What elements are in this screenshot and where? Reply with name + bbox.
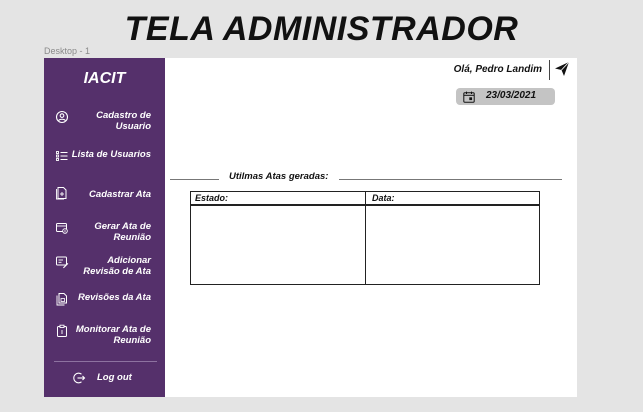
desktop-frame: IACIT Cadastro de Usuario Lista de Usuar… bbox=[44, 58, 577, 397]
sidebar-item-label: Lista de Usuarios bbox=[71, 149, 151, 160]
edit-document-icon bbox=[56, 256, 69, 269]
section-title: Utilmas Atas geradas: bbox=[229, 171, 329, 182]
documents-icon bbox=[56, 293, 67, 306]
sidebar-item-adicionar-revisao[interactable]: Adicionar Revisão de Ata bbox=[44, 255, 165, 285]
column-header-data: Data: bbox=[372, 193, 395, 203]
page-banner-title: TELA ADMINISTRADOR bbox=[124, 10, 519, 48]
sidebar-item-label: Monitorar Ata de Reunião bbox=[75, 324, 151, 346]
paper-plane-icon[interactable] bbox=[554, 61, 570, 77]
document-add-icon bbox=[56, 187, 67, 200]
atas-table: Estado: Data: bbox=[190, 191, 540, 285]
sidebar-item-revisoes-ata[interactable]: Revisões da Ata bbox=[44, 292, 165, 322]
sidebar-item-label: Cadastro de Usuario bbox=[96, 110, 151, 132]
list-icon bbox=[56, 151, 68, 161]
sidebar-item-monitorar-ata[interactable]: Monitorar Ata de Reunião bbox=[44, 324, 165, 354]
sidebar-logo: IACIT bbox=[83, 70, 126, 87]
clipboard-icon bbox=[57, 324, 67, 337]
sidebar-divider bbox=[54, 361, 157, 362]
sidebar-item-cadastrar-ata[interactable]: Cadastrar Ata bbox=[44, 186, 165, 216]
sidebar-item-label: Cadastrar Ata bbox=[89, 189, 151, 200]
date-badge: 23/03/2021 bbox=[456, 88, 555, 105]
sidebar-item-label: Adicionar Revisão de Ata bbox=[83, 255, 151, 277]
current-date: 23/03/2021 bbox=[486, 90, 537, 101]
logout-icon bbox=[73, 372, 86, 384]
user-greeting: Olá, Pedro Landim bbox=[453, 64, 542, 75]
sidebar-item-label: Gerar Ata de Reunião bbox=[94, 221, 151, 243]
frame-label: Desktop - 1 bbox=[44, 46, 91, 56]
column-header-estado: Estado: bbox=[195, 193, 229, 203]
generate-document-icon bbox=[56, 223, 68, 234]
header-divider bbox=[549, 60, 550, 80]
sidebar-item-cadastro-usuario[interactable]: Cadastro de Usuario bbox=[44, 110, 165, 140]
logout-label: Log out bbox=[97, 372, 132, 383]
section-divider-left bbox=[170, 179, 219, 180]
table-column-divider bbox=[365, 192, 366, 284]
logout-button[interactable]: Log out bbox=[44, 370, 165, 386]
sidebar-item-gerar-ata[interactable]: Gerar Ata de Reunião bbox=[44, 221, 165, 251]
sidebar-item-label: Revisões da Ata bbox=[77, 292, 151, 303]
user-circle-icon bbox=[55, 110, 69, 124]
section-divider-right bbox=[339, 179, 562, 180]
sidebar-item-lista-usuarios[interactable]: Lista de Usuarios bbox=[44, 149, 165, 179]
calendar-icon bbox=[463, 91, 475, 103]
sidebar: IACIT Cadastro de Usuario Lista de Usuar… bbox=[44, 58, 165, 397]
